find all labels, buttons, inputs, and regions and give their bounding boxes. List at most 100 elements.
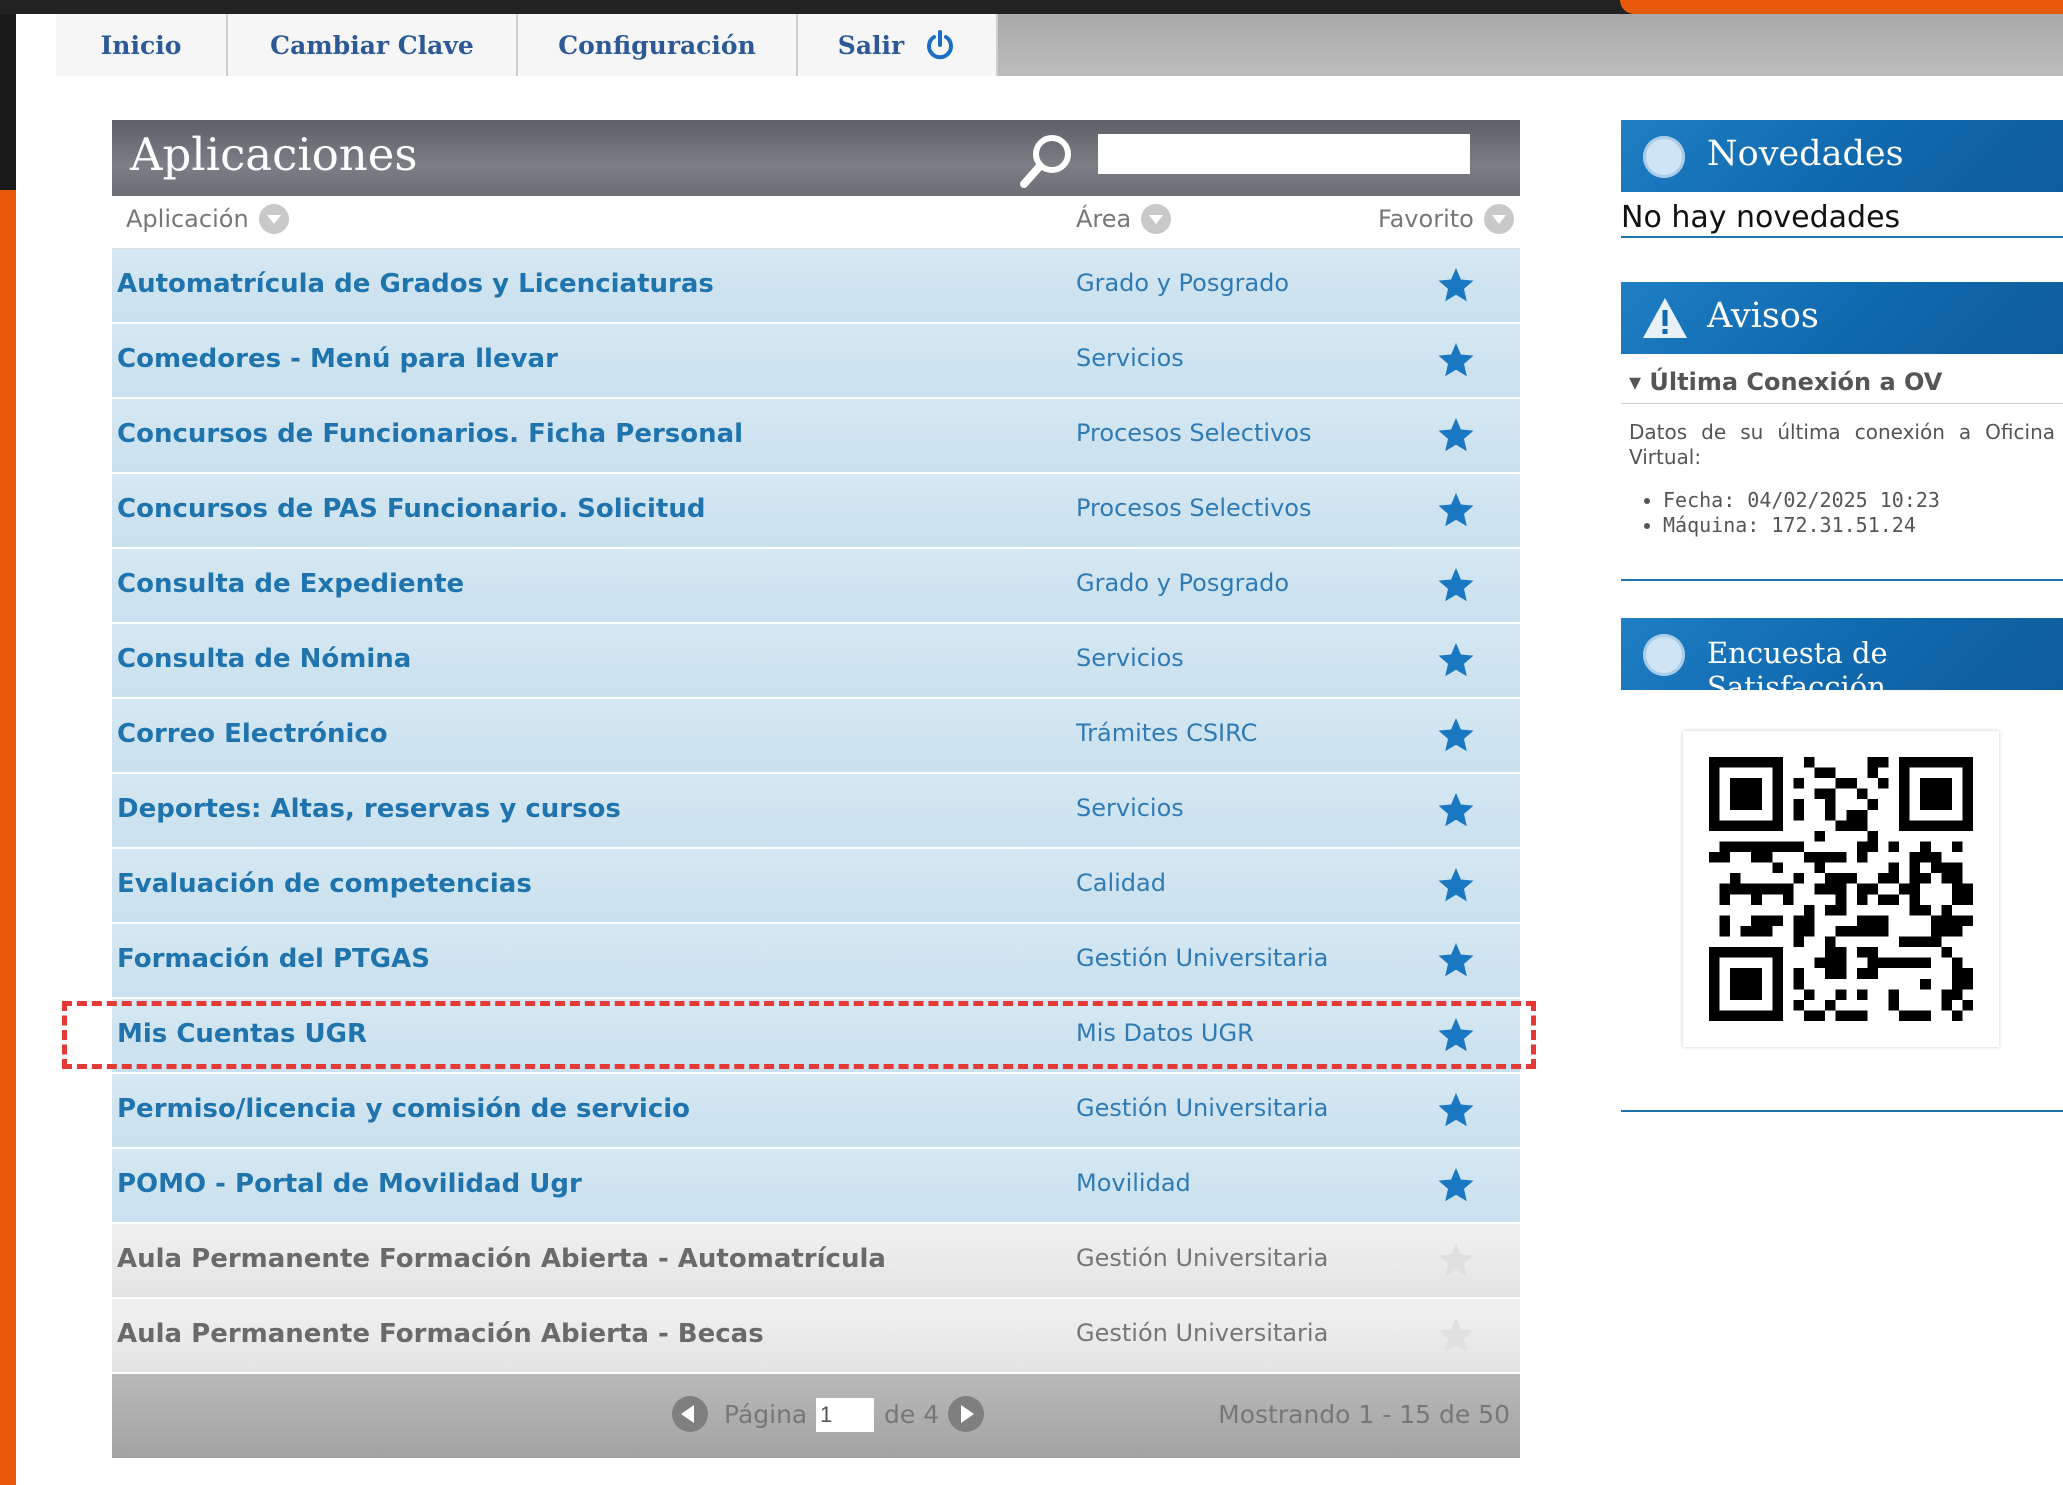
application-link[interactable]: Deportes: Altas, reservas y cursos — [117, 794, 621, 824]
window-frame-left — [0, 190, 16, 1485]
favorite-star-icon[interactable] — [1436, 490, 1476, 530]
last-connection-machine: Máquina: 172.31.51.24 — [1663, 513, 2055, 538]
notices-title: Avisos — [1707, 296, 1819, 336]
survey-header: Encuesta de Satisfacción — [1621, 618, 2063, 704]
table-row: Permiso/licencia y comisión de servicio G… — [112, 1074, 1520, 1149]
last-connection-details: Datos de su última conexión a Oficina Vi… — [1621, 404, 2063, 579]
application-link[interactable]: Consulta de Nómina — [117, 644, 411, 674]
nav-tab-configuracion[interactable]: Configuración — [518, 14, 798, 76]
search-input[interactable] — [1098, 134, 1470, 174]
news-header: Novedades — [1621, 120, 2063, 192]
table-row: Automatrícula de Grados y Licenciaturas G… — [112, 249, 1520, 324]
application-link[interactable]: POMO - Portal de Movilidad Ugr — [117, 1169, 582, 1199]
table-row: Consulta de Nómina Servicios — [112, 624, 1520, 699]
table-row: Deportes: Altas, reservas y cursos Servic… — [112, 774, 1520, 849]
favorite-star-icon[interactable] — [1436, 1015, 1476, 1055]
application-area: Procesos Selectivos — [1076, 419, 1312, 447]
table-row: Mis Cuentas UGR Mis Datos UGR — [112, 999, 1520, 1074]
application-area: Trámites CSIRC — [1076, 719, 1258, 747]
application-area: Gestión Universitaria — [1076, 1094, 1329, 1122]
last-connection-intro: Datos de su última conexión a Oficina Vi… — [1629, 420, 2055, 469]
column-header-favorito[interactable]: Favorito — [1378, 204, 1514, 234]
qr-code[interactable] — [1709, 757, 1973, 1021]
news-panel: Novedades No hay novedades — [1621, 120, 2063, 238]
application-link[interactable]: Concursos de Funcionarios. Ficha Persona… — [117, 419, 743, 449]
application-link[interactable]: Correo Electrónico — [117, 719, 388, 749]
sort-icon[interactable] — [1483, 204, 1514, 234]
page: Inicio Cambiar Clave Configuración Salir… — [16, 14, 2063, 1485]
sort-icon[interactable] — [1141, 204, 1172, 234]
previous-page-icon[interactable] — [672, 1396, 708, 1432]
nav-tab-inicio[interactable]: Inicio — [56, 14, 228, 76]
column-header-aplicacion[interactable]: Aplicación — [126, 204, 289, 234]
panel-title: Aplicaciones — [130, 128, 418, 181]
table-row: Concursos de PAS Funcionario. Solicitud P… — [112, 474, 1520, 549]
nav-tab-label: Cambiar Clave — [270, 30, 474, 60]
nav-tab-label: Salir — [837, 30, 905, 60]
application-link[interactable]: Aula Permanente Formación Abierta - Beca… — [117, 1319, 764, 1349]
applications-header: Aplicaciones — [112, 120, 1520, 196]
favorite-star-icon[interactable] — [1436, 1090, 1476, 1130]
application-link[interactable]: Comedores - Menú para llevar — [117, 344, 558, 374]
page-label: Página — [724, 1400, 808, 1429]
nav-tab-salir[interactable]: Salir — [798, 14, 998, 76]
application-link[interactable]: Evaluación de competencias — [117, 869, 532, 899]
favorite-star-icon[interactable] — [1436, 265, 1476, 305]
favorite-star-icon[interactable] — [1436, 865, 1476, 905]
last-connection-date: Fecha: 04/02/2025 10:23 — [1663, 488, 2055, 513]
favorite-star-icon[interactable] — [1436, 790, 1476, 830]
nav-tab-label: Configuración — [558, 30, 756, 60]
survey-title: Encuesta de Satisfacción — [1707, 636, 1888, 704]
table-row: Correo Electrónico Trámites CSIRC — [112, 699, 1520, 774]
favorite-star-icon[interactable] — [1436, 1315, 1476, 1355]
favorite-star-icon[interactable] — [1436, 565, 1476, 605]
favorite-star-icon[interactable] — [1436, 640, 1476, 680]
table-row: POMO - Portal de Movilidad Ugr Movilidad — [112, 1149, 1520, 1224]
table-row: Aula Permanente Formación Abierta - Beca… — [112, 1299, 1520, 1374]
page-number-input[interactable] — [816, 1398, 874, 1432]
news-title: Novedades — [1707, 134, 1904, 174]
nav-tab-label: Inicio — [100, 30, 182, 60]
column-label: Aplicación — [126, 205, 249, 233]
application-area: Procesos Selectivos — [1076, 494, 1312, 522]
last-connection-title: Última Conexión a OV — [1649, 368, 1943, 396]
application-link[interactable]: Mis Cuentas UGR — [117, 1019, 367, 1049]
application-area: Servicios — [1076, 644, 1184, 672]
last-connection-toggle[interactable]: ▾ Última Conexión a OV — [1621, 354, 2063, 404]
top-nav: Inicio Cambiar Clave Configuración Salir — [56, 14, 2063, 76]
favorite-star-icon[interactable] — [1436, 940, 1476, 980]
favorite-star-icon[interactable] — [1436, 715, 1476, 755]
bullet-icon — [1643, 136, 1685, 178]
application-area: Servicios — [1076, 794, 1184, 822]
table-row: Consulta de Expediente Grado y Posgrado — [112, 549, 1520, 624]
favorite-star-icon[interactable] — [1436, 340, 1476, 380]
application-link[interactable]: Automatrícula de Grados y Licenciaturas — [117, 269, 714, 299]
divider — [1621, 579, 2063, 581]
application-link[interactable]: Formación del PTGAS — [117, 944, 430, 974]
page-total: de 4 — [884, 1400, 940, 1429]
favorite-star-icon[interactable] — [1436, 415, 1476, 455]
favorite-star-icon[interactable] — [1436, 1165, 1476, 1205]
power-icon — [927, 30, 954, 60]
nav-tab-cambiar-clave[interactable]: Cambiar Clave — [228, 14, 518, 76]
search-icon[interactable] — [1018, 130, 1078, 190]
application-area: Gestión Universitaria — [1076, 1319, 1329, 1347]
column-header-area[interactable]: Área — [1076, 204, 1172, 234]
pagination-bar: Página de 4 Mostrando 1 - 15 de 50 — [112, 1374, 1520, 1458]
last-connection-list: Fecha: 04/02/2025 10:23 Máquina: 172.31.… — [1629, 488, 2055, 538]
applications-list: Automatrícula de Grados y Licenciaturas G… — [112, 249, 1520, 1374]
results-count: Mostrando 1 - 15 de 50 — [1218, 1400, 1510, 1429]
favorite-star-icon[interactable] — [1436, 1240, 1476, 1280]
application-link[interactable]: Permiso/licencia y comisión de servicio — [117, 1094, 690, 1124]
application-link[interactable]: Concursos de PAS Funcionario. Solicitud — [117, 494, 705, 524]
divider — [1621, 1110, 2063, 1112]
survey-panel: Encuesta de Satisfacción — [1621, 618, 2063, 1112]
next-page-icon[interactable] — [948, 1396, 984, 1432]
application-link[interactable]: Aula Permanente Formación Abierta - Auto… — [117, 1244, 886, 1274]
sort-icon[interactable] — [258, 204, 289, 234]
window-frame-accent — [1620, 0, 2063, 14]
application-link[interactable]: Consulta de Expediente — [117, 569, 464, 599]
application-area: Grado y Posgrado — [1076, 569, 1290, 597]
survey-qr-card[interactable] — [1683, 731, 1999, 1047]
bullet-icon — [1643, 634, 1685, 676]
